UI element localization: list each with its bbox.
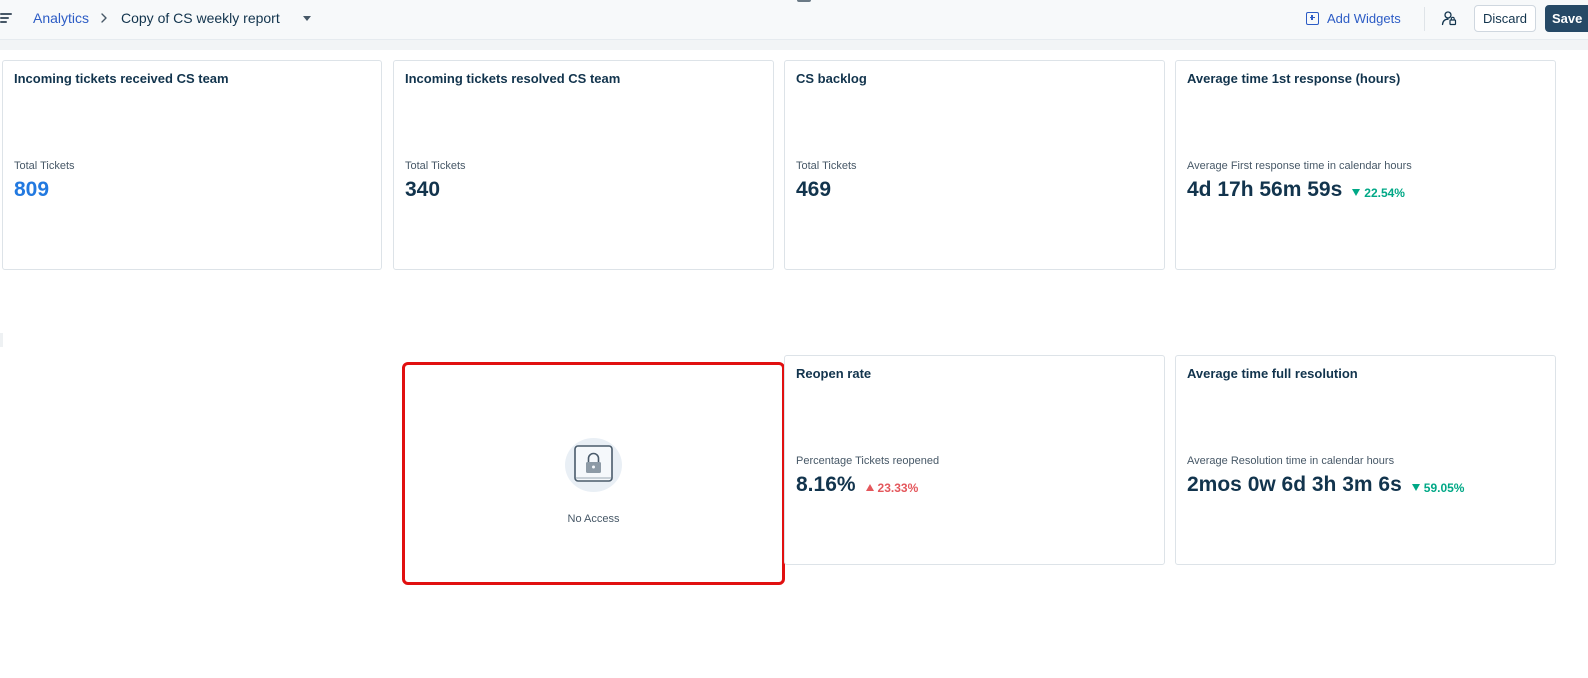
metric-value: 4d 17h 56m 59s bbox=[1187, 178, 1343, 201]
add-widgets-button[interactable]: Add Widgets bbox=[1306, 6, 1401, 30]
metric-value: 2mos 0w 6d 3h 3m 6s bbox=[1187, 473, 1402, 496]
discard-button[interactable]: Discard bbox=[1474, 5, 1536, 32]
trend-indicator: 59.05% bbox=[1411, 480, 1465, 495]
metric-label: Percentage Tickets reopened bbox=[796, 455, 940, 467]
widget-incoming-resolved[interactable]: Incoming tickets resolved CS team Total … bbox=[393, 60, 774, 270]
widget-title: CS backlog bbox=[796, 71, 867, 86]
widget-incoming-received[interactable]: Incoming tickets received CS team Total … bbox=[2, 60, 382, 270]
widget-cs-backlog[interactable]: CS backlog Total Tickets 469 bbox=[784, 60, 1165, 270]
trend-value: 59.05% bbox=[1423, 480, 1465, 495]
metric-label: Average First response time in calendar … bbox=[1187, 160, 1412, 172]
trend-down-icon bbox=[1411, 484, 1420, 491]
metric-label: Total Tickets bbox=[405, 160, 466, 172]
menu-icon[interactable] bbox=[0, 11, 14, 25]
metric-row: 340 bbox=[405, 178, 440, 202]
lock-icon-badge bbox=[565, 438, 622, 492]
metric-row: 809 bbox=[14, 178, 49, 202]
breadcrumb-analytics-link[interactable]: Analytics bbox=[33, 10, 89, 26]
chevron-right-icon bbox=[101, 13, 107, 23]
widget-avg-first-response[interactable]: Average time 1st response (hours) Averag… bbox=[1175, 60, 1556, 270]
metric-value: 469 bbox=[796, 178, 832, 201]
metric-value: 340 bbox=[405, 178, 441, 201]
metric-value: 8.16% bbox=[796, 473, 856, 496]
metric-row: 8.16% 23.33% bbox=[796, 473, 918, 497]
lock-icon bbox=[574, 445, 613, 482]
metric-label: Total Tickets bbox=[796, 160, 857, 172]
widget-avg-full-resolution[interactable]: Average time full resolution Average Res… bbox=[1175, 355, 1556, 565]
trend-value: 22.54% bbox=[1364, 185, 1405, 200]
widget-no-access[interactable]: No Access bbox=[402, 362, 785, 585]
no-access-label: No Access bbox=[567, 513, 620, 525]
widget-reopen-rate[interactable]: Reopen rate Percentage Tickets reopened … bbox=[784, 355, 1165, 565]
metric-row: 2mos 0w 6d 3h 3m 6s 59.05% bbox=[1187, 473, 1464, 497]
caret-down-icon[interactable] bbox=[301, 12, 313, 24]
share-user-icon[interactable] bbox=[1441, 10, 1457, 26]
top-header: Analytics Copy of CS weekly report Add W… bbox=[0, 0, 1588, 40]
add-box-icon bbox=[1306, 11, 1319, 25]
metric-label: Average Resolution time in calendar hour… bbox=[1187, 455, 1395, 467]
metric-value[interactable]: 809 bbox=[14, 178, 49, 202]
widget-title: Reopen rate bbox=[796, 366, 872, 381]
trend-indicator: 23.33% bbox=[865, 480, 919, 495]
header-divider bbox=[1424, 7, 1425, 31]
metric-row: 469 bbox=[796, 178, 831, 202]
report-title: Copy of CS weekly report bbox=[121, 10, 280, 26]
metric-row: 4d 17h 56m 59s 22.54% bbox=[1187, 178, 1405, 202]
save-button[interactable]: Save bbox=[1545, 5, 1588, 32]
left-edge-marker bbox=[0, 333, 3, 347]
widget-title: Incoming tickets resolved CS team bbox=[405, 71, 621, 86]
widget-title: Average time 1st response (hours) bbox=[1187, 71, 1401, 86]
widget-title: Average time full resolution bbox=[1187, 366, 1358, 381]
trend-value: 23.33% bbox=[877, 480, 919, 495]
widget-title: Incoming tickets received CS team bbox=[14, 71, 229, 86]
trend-indicator: 22.54% bbox=[1352, 186, 1405, 200]
add-widgets-label: Add Widgets bbox=[1327, 10, 1401, 26]
trend-down-icon bbox=[1352, 189, 1361, 196]
metric-label: Total Tickets bbox=[14, 160, 75, 172]
header-shadow-strip bbox=[0, 40, 1588, 50]
top-drag-handle bbox=[797, 0, 811, 2]
trend-up-icon bbox=[865, 484, 874, 491]
